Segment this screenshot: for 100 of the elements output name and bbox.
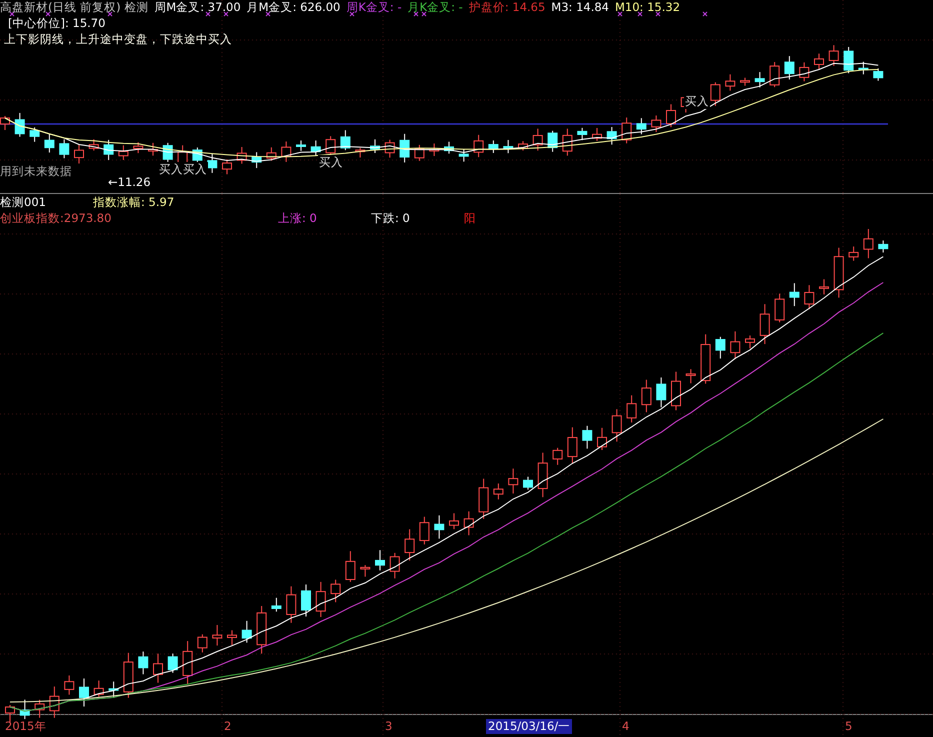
- candlestick: [330, 579, 341, 603]
- candlestick: [104, 139, 114, 160]
- candlestick: [88, 138, 99, 152]
- candlestick: [123, 652, 134, 698]
- indicator-name: 检测001: [0, 194, 47, 210]
- candlestick: [754, 72, 765, 88]
- candlestick: [804, 284, 814, 310]
- candlestick: [375, 550, 385, 571]
- candlestick: [118, 144, 128, 160]
- candlestick: [340, 130, 350, 151]
- candlestick: [774, 293, 785, 323]
- candlestick: [548, 130, 558, 152]
- candlestick: [597, 427, 607, 450]
- candlestick: [14, 112, 25, 138]
- candlestick: [552, 447, 563, 466]
- indicator-label: 高盘新材(日线 前复权) 检测: [0, 0, 148, 14]
- candlestick: [651, 115, 662, 133]
- candlestick: [355, 147, 366, 158]
- candlestick: [286, 586, 296, 624]
- rule-text: 上下影阴线，上升途中变盘，下跌途中买入: [4, 32, 232, 47]
- candlestick: [108, 681, 119, 698]
- candlestick: [301, 584, 311, 618]
- candlestick: [404, 528, 415, 562]
- candlestick: [236, 146, 247, 164]
- candlestick: [419, 516, 430, 545]
- candlestick: [686, 368, 696, 384]
- candlestick: [429, 143, 440, 157]
- axis-label: 3: [384, 719, 394, 734]
- candlestick: [666, 104, 676, 128]
- candlestick: [503, 139, 514, 154]
- candlestick: [168, 653, 178, 674]
- candlestick: [281, 141, 292, 162]
- candlestick: [784, 56, 794, 80]
- candlestick: [518, 140, 528, 151]
- candlestick: [478, 478, 489, 520]
- candlestick: [316, 581, 326, 618]
- candlestick: [760, 304, 770, 345]
- candlestick: [789, 282, 800, 307]
- low-price-label: ←11.26: [108, 175, 151, 189]
- candlestick: [5, 704, 15, 722]
- candlestick: [414, 144, 424, 162]
- candlestick: [44, 133, 54, 154]
- candlestick: [863, 228, 874, 259]
- buy-signal-label: 买入: [318, 155, 344, 170]
- candlestick: [474, 134, 484, 158]
- axis-label: 4: [621, 719, 630, 734]
- candlestick: [582, 425, 592, 450]
- candlestick: [59, 138, 70, 159]
- candlestick: [222, 158, 232, 175]
- candlestick: [538, 452, 548, 498]
- candlestick: [523, 476, 533, 490]
- candlestick: [449, 512, 459, 530]
- candlestick: [878, 240, 888, 253]
- indicator-label: 周K金叉: -: [346, 0, 402, 14]
- candlestick: [577, 127, 588, 141]
- indicator-label: 护盘价: 14.65: [468, 0, 546, 14]
- buy-signal-label: 买入: [684, 94, 710, 109]
- candlestick: [488, 140, 498, 154]
- candlestick: [400, 133, 410, 163]
- candlestick: [844, 46, 854, 74]
- candlestick: [745, 334, 755, 349]
- indicator-label: 周M金叉: 37.00: [154, 0, 241, 14]
- center-price-label: [中心价位]: 15.70: [8, 16, 106, 31]
- candlestick: [360, 564, 370, 578]
- cursor-date-label: 2015/03/16/一: [486, 719, 572, 734]
- candlestick: [0, 116, 10, 130]
- candlestick: [242, 620, 252, 644]
- candlestick: [296, 140, 306, 152]
- candlestick: [458, 148, 469, 162]
- candlestick: [848, 246, 859, 262]
- candlestick: [49, 686, 60, 718]
- candlestick: [622, 117, 632, 144]
- candlestick: [153, 653, 163, 684]
- candlestick: [567, 426, 578, 464]
- candlestick: [345, 550, 356, 582]
- candlestick: [828, 44, 839, 66]
- candlestick: [30, 126, 40, 142]
- candlestick: [814, 53, 824, 70]
- candlestick: [493, 483, 504, 500]
- candlestick: [197, 634, 208, 653]
- candlestick: [636, 118, 646, 135]
- axis-label: 2: [223, 719, 232, 734]
- candlestick: [148, 142, 158, 156]
- axis-label: 2015年: [4, 719, 48, 734]
- candlestick: [710, 82, 720, 106]
- index-stat-label: 下跌: 0: [371, 210, 411, 226]
- index-stat-label: 阳: [464, 210, 477, 226]
- indicator-label: M3: 14.84: [551, 0, 609, 14]
- candlestick: [819, 278, 829, 295]
- candlestick: [700, 334, 711, 384]
- candlestick: [834, 247, 844, 298]
- candlestick: [162, 142, 173, 162]
- candlestick: [212, 624, 222, 646]
- candlestick: [799, 62, 810, 82]
- candlestick: [182, 640, 193, 685]
- candlestick: [390, 552, 400, 579]
- candlestick: [592, 128, 602, 142]
- candlestick: [252, 152, 262, 169]
- indicator-label: 月K金叉: -: [408, 0, 463, 14]
- candlestick: [207, 153, 218, 174]
